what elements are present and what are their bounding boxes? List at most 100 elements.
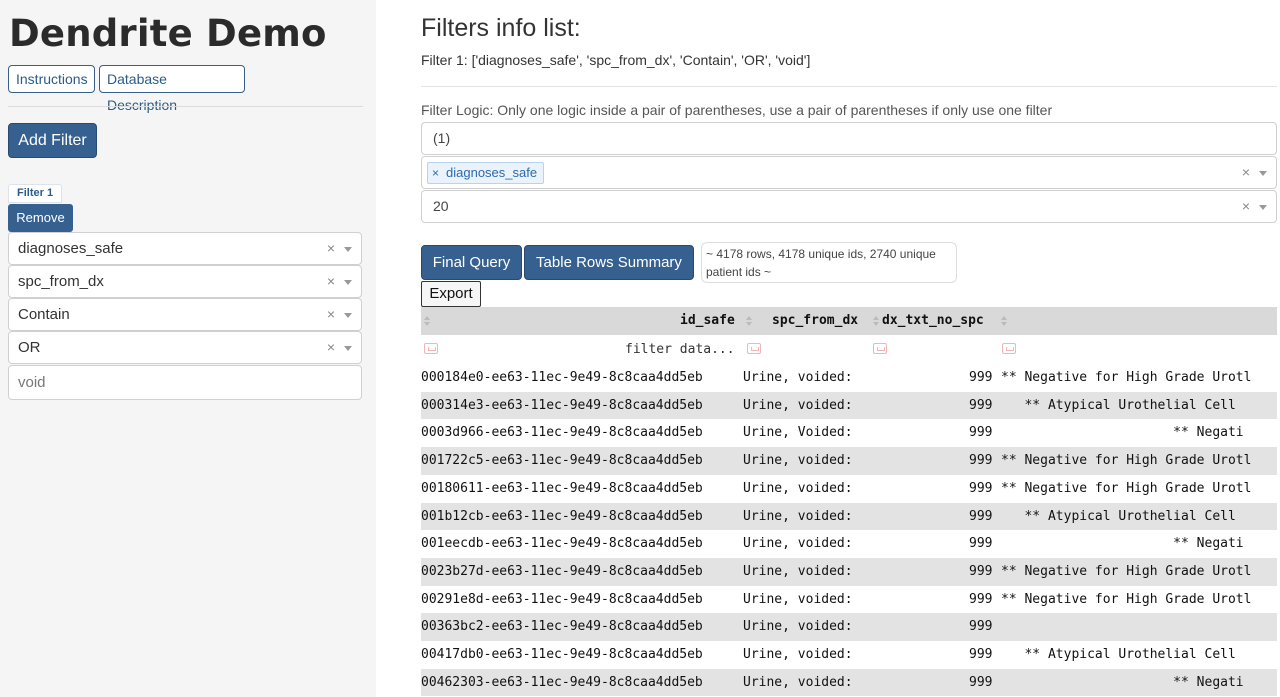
filter-icon[interactable] xyxy=(424,343,438,354)
final-query-button[interactable]: Final Query xyxy=(421,245,522,280)
remove-filter-button[interactable]: Remove xyxy=(8,204,73,232)
cell-spc-from-dx: Urine, voided: xyxy=(743,453,853,469)
filter-data-input[interactable]: filter data... xyxy=(625,335,735,364)
cell-dx-code: 999 xyxy=(969,453,993,469)
column-select[interactable]: spc_from_dx × xyxy=(8,265,362,298)
cell-dx-code: 999 xyxy=(969,425,993,441)
table-rows-summary-button[interactable]: Table Rows Summary xyxy=(524,245,694,280)
table-row[interactable]: 001722c5-ee63-11ec-9e49-8c8caa4dd5eb Urin… xyxy=(421,447,1277,475)
table-row[interactable]: 001b12cb-ee63-11ec-9e49-8c8caa4dd5eb Urin… xyxy=(421,502,1277,531)
row-limit-value: 20 xyxy=(433,198,449,214)
cell-id-safe: 00180611-ee63-11ec-9e49-8c8caa4dd5eb xyxy=(421,480,703,496)
cell-id-safe: 00417db0-ee63-11ec-9e49-8c8caa4dd5eb xyxy=(421,647,703,662)
table-row[interactable]: 00180611-ee63-11ec-9e49-8c8caa4dd5eb Urin… xyxy=(421,474,1277,503)
cell-id-safe: 00462303-ee63-11ec-9e49-8c8caa4dd5eb xyxy=(421,674,703,690)
table-row[interactable]: 00417db0-ee63-11ec-9e49-8c8caa4dd5eb Urin… xyxy=(421,641,1277,669)
sort-icon[interactable] xyxy=(746,316,753,326)
clear-icon[interactable]: × xyxy=(327,332,335,363)
cell-id-safe: 00363bc2-ee63-11ec-9e49-8c8caa4dd5eb xyxy=(421,619,703,635)
results-table: id_safe spc_from_dx dx_txt_no_spc filter… xyxy=(421,307,1277,697)
database-description-button[interactable]: Database Description xyxy=(99,65,245,113)
sidebar-panel: Dendrite Demo Instructions Database Desc… xyxy=(0,0,376,697)
header-dx-txt-no-spc[interactable]: dx_txt_no_spc xyxy=(882,307,984,335)
cell-dx-code: 999 xyxy=(969,480,993,496)
selected-column-chip[interactable]: × diagnoses_safe xyxy=(427,162,545,184)
cell-dx-code: 999 xyxy=(969,536,993,552)
columns-select[interactable]: × diagnoses_safe × xyxy=(421,156,1277,189)
table-row[interactable]: 0023b27d-ee63-11ec-9e49-8c8caa4dd5eb Urin… xyxy=(421,557,1277,586)
export-button[interactable]: Export xyxy=(421,281,481,307)
cell-dx-text: ** Atypical Urothelial Cell xyxy=(1001,397,1236,413)
cell-dx-text: ** Negati xyxy=(1001,674,1244,690)
cell-spc-from-dx: Urine, voided: xyxy=(743,397,853,413)
clear-icon[interactable]: × xyxy=(327,233,335,264)
cell-spc-from-dx: Urine, voided: xyxy=(743,480,853,496)
cell-id-safe: 0023b27d-ee63-11ec-9e49-8c8caa4dd5eb xyxy=(421,563,703,579)
cell-spc-from-dx: Urine, voided: xyxy=(743,563,853,579)
table-select-value: diagnoses_safe xyxy=(18,240,124,257)
row-limit-select[interactable]: 20 × xyxy=(421,190,1277,223)
cell-dx-code: 999 xyxy=(969,674,993,690)
table-header: id_safe spc_from_dx dx_txt_no_spc xyxy=(421,307,1277,335)
filters-info-title: Filters info list: xyxy=(421,14,581,42)
cell-dx-text: ** Negati xyxy=(1001,536,1244,552)
table-row[interactable]: 0003d966-ee63-11ec-9e49-8c8caa4dd5eb Urin… xyxy=(421,419,1277,448)
chevron-down-icon[interactable] xyxy=(344,313,352,318)
clear-icon[interactable]: × xyxy=(327,299,335,330)
cell-dx-code: 999 xyxy=(969,563,993,579)
filter-value-input[interactable]: void xyxy=(8,365,362,400)
logic-select[interactable]: OR × xyxy=(8,331,362,364)
filter-1-tag: Filter 1 xyxy=(8,184,63,203)
cell-spc-from-dx: Urine, voided: xyxy=(743,619,853,635)
add-filter-button[interactable]: Add Filter xyxy=(8,123,97,158)
table-row[interactable]: 00291e8d-ee63-11ec-9e49-8c8caa4dd5eb Urin… xyxy=(421,585,1277,614)
cell-spc-from-dx: Urine, voided: xyxy=(743,647,853,662)
cell-spc-from-dx: Urine, voided: xyxy=(743,508,853,524)
filter-icon[interactable] xyxy=(1002,343,1016,354)
table-select[interactable]: diagnoses_safe × xyxy=(8,232,362,265)
clear-icon[interactable]: × xyxy=(327,266,335,297)
cell-spc-from-dx: Urine, voided: xyxy=(743,591,853,607)
table-row[interactable]: 001eecdb-ee63-11ec-9e49-8c8caa4dd5eb Urin… xyxy=(421,530,1277,558)
chevron-down-icon[interactable] xyxy=(344,247,352,252)
remove-chip-icon[interactable]: × xyxy=(432,166,439,180)
cell-dx-code: 999 xyxy=(969,647,993,662)
cell-id-safe: 000184e0-ee63-11ec-9e49-8c8caa4dd5eb xyxy=(421,370,703,385)
main-divider xyxy=(421,86,1277,87)
cell-dx-code: 999 xyxy=(969,370,993,385)
cell-id-safe: 000314e3-ee63-11ec-9e49-8c8caa4dd5eb xyxy=(421,397,703,413)
chevron-down-icon[interactable] xyxy=(1259,171,1267,176)
cell-spc-from-dx: Urine, voided: xyxy=(743,674,853,690)
chevron-down-icon[interactable] xyxy=(344,280,352,285)
table-row[interactable]: 000314e3-ee63-11ec-9e49-8c8caa4dd5eb Urin… xyxy=(421,391,1277,420)
cell-id-safe: 001b12cb-ee63-11ec-9e49-8c8caa4dd5eb xyxy=(421,508,703,524)
cell-spc-from-dx: Urine, voided: xyxy=(743,370,853,385)
sort-icon[interactable] xyxy=(424,316,431,326)
clear-icon[interactable]: × xyxy=(1242,157,1250,188)
cell-dx-code: 999 xyxy=(969,619,993,635)
chip-label: diagnoses_safe xyxy=(446,165,538,180)
filter-value-text: void xyxy=(18,374,46,391)
header-id-safe[interactable]: id_safe xyxy=(680,307,735,335)
header-spc-from-dx[interactable]: spc_from_dx xyxy=(772,307,858,335)
operator-select-value: Contain xyxy=(18,306,70,323)
sort-icon[interactable] xyxy=(1001,316,1008,326)
filter-icon[interactable] xyxy=(747,343,761,354)
clear-icon[interactable]: × xyxy=(1242,191,1250,222)
column-select-value: spc_from_dx xyxy=(18,273,104,290)
cell-dx-text: ** Negative for High Grade Urotl xyxy=(1001,563,1252,579)
sort-icon[interactable] xyxy=(873,316,880,326)
chevron-down-icon[interactable] xyxy=(344,346,352,351)
filter-1-summary: Filter 1: ['diagnoses_safe', 'spc_from_d… xyxy=(421,52,811,68)
table-row[interactable]: 00363bc2-ee63-11ec-9e49-8c8caa4dd5eb Urin… xyxy=(421,613,1277,641)
operator-select[interactable]: Contain × xyxy=(8,298,362,331)
cell-dx-text: ** Atypical Urothelial Cell xyxy=(1001,508,1236,524)
cell-id-safe: 001722c5-ee63-11ec-9e49-8c8caa4dd5eb xyxy=(421,453,703,469)
filter-icon[interactable] xyxy=(873,343,887,354)
table-row[interactable]: 00462303-ee63-11ec-9e49-8c8caa4dd5eb Urin… xyxy=(421,668,1277,697)
cell-dx-text: ** Negative for High Grade Urotl xyxy=(1001,453,1252,469)
table-row[interactable]: 000184e0-ee63-11ec-9e49-8c8caa4dd5eb Urin… xyxy=(421,364,1277,392)
instructions-button[interactable]: Instructions xyxy=(8,65,95,93)
chevron-down-icon[interactable] xyxy=(1259,205,1267,210)
filter-logic-input[interactable]: (1) xyxy=(421,122,1277,155)
